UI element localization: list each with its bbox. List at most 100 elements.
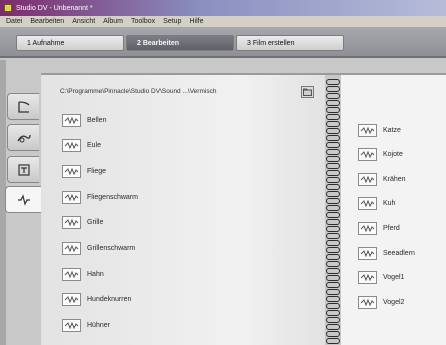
sound-effect-label: Grille: [87, 219, 104, 227]
spiral-ring: [326, 184, 340, 190]
titles-icon: [17, 163, 30, 176]
spiral-ring: [326, 149, 340, 155]
spiral-ring: [326, 93, 340, 99]
sound-wave-icon: [358, 295, 377, 309]
spiral-ring: [326, 324, 340, 330]
spiral-ring: [326, 268, 340, 274]
spiral-ring: [326, 114, 340, 120]
spiral-ring: [326, 100, 340, 106]
spiral-ring: [326, 254, 340, 260]
spiral-ring: [326, 198, 340, 204]
spiral-ring: [326, 156, 340, 162]
menu-ansicht[interactable]: Ansicht: [68, 18, 99, 25]
video-tab[interactable]: [7, 93, 39, 120]
sound-effect-item[interactable]: Krähen: [358, 172, 406, 186]
sound-effect-label: Hundeknurren: [87, 296, 132, 304]
browse-folder-button[interactable]: [301, 86, 314, 98]
sound-effect-label: Krähen: [383, 175, 406, 183]
mode-bar: 1 Aufnahme 2 Bearbeiten 3 Film erstellen: [0, 28, 446, 58]
sound-wave-icon: [358, 148, 377, 162]
spiral-ring: [326, 233, 340, 239]
spiral-ring: [326, 303, 340, 309]
tab-make-movie[interactable]: 3 Film erstellen: [236, 35, 344, 51]
spiral-ring: [326, 191, 340, 197]
tab-capture[interactable]: 1 Aufnahme: [16, 35, 124, 51]
tab-edit[interactable]: 2 Bearbeiten: [126, 35, 234, 51]
sound-effect-item[interactable]: Bellen: [62, 113, 106, 127]
sound-effects-icon: [17, 193, 30, 206]
spiral-ring: [326, 261, 340, 267]
spiral-ring: [326, 331, 340, 337]
spiral-ring: [326, 296, 340, 302]
sound-effect-label: Fliegenschwarm: [87, 193, 138, 201]
sound-effect-label: Pferd: [383, 224, 400, 232]
sound-effect-label: Kojote: [383, 151, 403, 159]
sound-effect-item[interactable]: Vogel1: [358, 271, 404, 285]
spiral-ring: [326, 226, 340, 232]
menu-toolbox[interactable]: Toolbox: [127, 18, 159, 25]
spiral-ring: [326, 219, 340, 225]
spiral-ring: [326, 317, 340, 323]
spiral-ring: [326, 310, 340, 316]
spiral-ring: [326, 247, 340, 253]
sound-effect-label: Bellen: [87, 116, 107, 124]
sound-wave-icon: [62, 164, 81, 178]
sound-tab[interactable]: [5, 186, 41, 213]
spiral-ring: [326, 86, 340, 92]
sound-wave-icon: [358, 197, 377, 211]
sound-effect-item[interactable]: Katze: [358, 123, 401, 137]
sound-effect-item[interactable]: Fliegenschwarm: [62, 190, 138, 204]
sound-effect-label: Seeadlern: [383, 249, 415, 257]
sound-wave-icon: [62, 267, 81, 281]
album-spiral-binding: [325, 75, 341, 345]
sound-wave-icon: [62, 113, 81, 127]
spiral-ring: [326, 289, 340, 295]
sound-wave-icon: [358, 172, 377, 186]
sound-wave-icon: [62, 216, 81, 230]
sound-effect-label: Grillenschwarm: [87, 245, 136, 252]
sound-effect-label: Hahn: [87, 270, 104, 278]
app-icon: [4, 4, 12, 12]
sound-effect-item[interactable]: Pferd: [358, 221, 400, 235]
menu-datei[interactable]: Datei: [2, 18, 26, 25]
transitions-icon: [16, 134, 31, 142]
sound-wave-icon: [62, 190, 81, 204]
menu-hilfe[interactable]: Hilfe: [185, 18, 207, 25]
spiral-ring: [326, 275, 340, 281]
spiral-ring: [326, 163, 340, 169]
spiral-ring: [326, 107, 340, 113]
sound-wave-icon: [62, 293, 81, 307]
menu-setup[interactable]: Setup: [159, 18, 185, 25]
sound-effect-item[interactable]: Fliege: [62, 164, 106, 178]
spiral-ring: [326, 282, 340, 288]
sound-effect-item[interactable]: Kuh: [358, 197, 395, 211]
folder-icon: [303, 88, 312, 96]
sound-wave-icon: [62, 139, 81, 153]
sound-effect-item[interactable]: Hundeknurren: [62, 293, 131, 307]
sound-effect-label: Vogel2: [383, 298, 405, 306]
menu-bearbeiten[interactable]: Bearbeiten: [26, 18, 68, 25]
sound-effect-item[interactable]: Kojote: [358, 148, 403, 162]
sound-effect-item[interactable]: Grillenschwarm: [62, 242, 135, 256]
menu-bar: Datei Bearbeiten Ansicht Album Toolbox S…: [0, 16, 446, 28]
spiral-ring: [326, 142, 340, 148]
sound-effect-item[interactable]: Grille: [62, 216, 103, 230]
transitions-tab[interactable]: [7, 124, 39, 151]
sound-effect-item[interactable]: Seeadlern: [358, 246, 415, 260]
sound-effect-item[interactable]: Hühner: [62, 319, 110, 333]
titles-tab[interactable]: [7, 156, 39, 183]
spiral-ring: [326, 79, 340, 85]
sound-effect-item[interactable]: Hahn: [62, 267, 104, 281]
sound-effect-item[interactable]: Eule: [62, 139, 101, 153]
menu-album[interactable]: Album: [99, 18, 127, 25]
sound-wave-icon: [358, 271, 377, 285]
sound-wave-icon: [62, 319, 81, 333]
spiral-ring: [326, 212, 340, 218]
sound-effect-label: Kuh: [383, 200, 396, 208]
video-scenes-icon: [17, 100, 29, 113]
sound-effect-label: Eule: [87, 142, 102, 150]
sound-effect-item[interactable]: Vogel2: [358, 295, 404, 309]
sound-effect-label: Fliege: [87, 167, 107, 175]
spiral-ring: [326, 128, 340, 134]
sound-wave-icon: [358, 246, 377, 260]
